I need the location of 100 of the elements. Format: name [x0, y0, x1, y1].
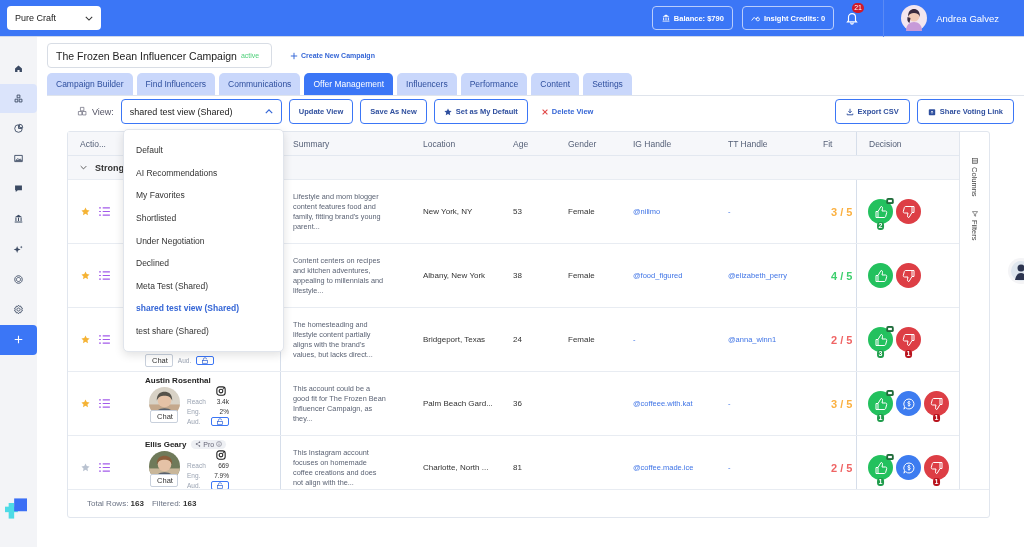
gender-text: Female: [568, 207, 595, 216]
age-text: 36: [513, 399, 522, 408]
plus-icon: [290, 51, 298, 60]
tab[interactable]: Settings: [583, 73, 632, 95]
view-select[interactable]: shared test view (Shared): [120, 99, 282, 124]
like-button[interactable]: [868, 263, 893, 288]
menu-item[interactable]: Meta Test (Shared): [124, 274, 283, 298]
unlock-button[interactable]: [196, 356, 215, 365]
lock-icon: [216, 481, 224, 489]
campaign-name: The Frozen Bean Influencer Campaign: [56, 49, 237, 62]
tab[interactable]: Find Influencers: [136, 73, 216, 95]
instagram-icon[interactable]: [216, 386, 226, 396]
logo-icon: [4, 498, 27, 519]
list-icon[interactable]: [99, 335, 110, 344]
column-header[interactable]: TT Handle: [728, 138, 768, 149]
offer-button[interactable]: [896, 391, 921, 416]
like-button[interactable]: [868, 327, 893, 352]
column-header[interactable]: Location: [423, 138, 456, 149]
bell-icon[interactable]: [845, 10, 860, 26]
thumbs-down-button[interactable]: [896, 327, 921, 352]
home-icon: [13, 63, 24, 74]
download-icon: [845, 107, 854, 116]
chart-search-icon: [750, 13, 761, 23]
column-header[interactable]: Age: [513, 138, 529, 149]
star-icon[interactable]: [81, 399, 90, 408]
tab[interactable]: Content: [531, 73, 580, 95]
gender-text: Female: [568, 271, 595, 280]
like-button[interactable]: [868, 455, 893, 480]
add-button[interactable]: [0, 324, 37, 355]
column-header[interactable]: Decision: [869, 138, 902, 149]
grid-icon: [13, 93, 24, 105]
share-icon: [195, 441, 202, 447]
location-text: Albany, New York: [423, 271, 486, 280]
tab[interactable]: Performance: [460, 73, 528, 95]
column-header[interactable]: Summary: [293, 138, 330, 149]
list-icon[interactable]: [99, 207, 110, 216]
settings-icon: [13, 303, 24, 315]
offer-button[interactable]: [896, 455, 921, 480]
menu-item[interactable]: Declined: [124, 251, 283, 275]
unlock-button[interactable]: [211, 480, 229, 489]
view-label: View:: [92, 106, 114, 117]
location-text: Bridgeport, Texas: [423, 335, 486, 344]
like-button[interactable]: [868, 391, 893, 416]
menu-item[interactable]: Shortlisted: [124, 206, 283, 230]
thumbs-down-button[interactable]: [896, 263, 921, 288]
star-icon[interactable]: [81, 207, 90, 216]
workspace-select[interactable]: Pure Craft: [7, 6, 101, 30]
image-icon: [13, 153, 24, 165]
comment-badge-icon: [886, 198, 894, 204]
column-header[interactable]: Actio...: [80, 138, 106, 149]
star-icon[interactable]: [81, 463, 90, 472]
thumbs-down-button[interactable]: [896, 199, 921, 224]
share-icon: [927, 107, 936, 116]
dollar-chat-icon: [901, 396, 916, 411]
grid-icon: [77, 106, 88, 117]
tab[interactable]: Offer Management: [304, 73, 394, 95]
menu-item[interactable]: shared test view (Shared): [124, 297, 283, 320]
fit-score: 4 / 5: [830, 269, 853, 282]
column-header[interactable]: Fit: [823, 138, 833, 149]
filter-icon: [971, 210, 978, 217]
star-icon[interactable]: [81, 335, 90, 344]
menu-item[interactable]: Under Negotiation: [124, 229, 283, 252]
like-button[interactable]: [868, 199, 893, 224]
star-icon[interactable]: [81, 271, 90, 280]
tab[interactable]: Campaign Builder: [47, 73, 133, 95]
list-icon[interactable]: [99, 399, 110, 408]
row-count-text: Total Rows: 163: [87, 499, 144, 508]
fit-score: 2 / 5: [830, 461, 853, 474]
chevron-down-icon: [85, 15, 93, 21]
bank-icon: [660, 13, 671, 23]
plus-icon: [13, 334, 24, 346]
column-header[interactable]: Gender: [568, 138, 597, 149]
tab[interactable]: Communications: [219, 73, 301, 95]
fit-score: 3 / 5: [830, 205, 853, 218]
gender-text: Female: [568, 335, 595, 344]
location-text: New York, NY: [423, 207, 473, 216]
menu-item[interactable]: My Favorites: [124, 184, 283, 207]
age-text: 81: [513, 463, 522, 472]
list-icon[interactable]: [99, 463, 110, 472]
list-icon[interactable]: [99, 271, 110, 280]
close-icon: [540, 107, 549, 116]
thumbs-down-icon: [929, 396, 944, 411]
thumbs-down-button[interactable]: [924, 455, 949, 480]
comment-badge-icon: [886, 326, 894, 332]
comment-badge-icon: [886, 390, 894, 396]
thumbs-up-icon: [873, 268, 888, 283]
pie-chart-icon: [13, 123, 24, 135]
thumbs-up-icon: [873, 332, 888, 347]
thumbs-up-icon: [873, 396, 888, 411]
unlock-button[interactable]: [211, 416, 229, 426]
influencer-name: Ellis Geary: [145, 439, 187, 449]
instagram-icon[interactable]: [216, 450, 226, 460]
thumbs-down-button[interactable]: [924, 391, 949, 416]
column-header[interactable]: IG Handle: [633, 138, 672, 149]
tab[interactable]: Influencers: [397, 73, 457, 95]
thumbs-up-icon: [873, 460, 888, 475]
user-name: Andrea Galvez: [936, 12, 999, 24]
menu-item[interactable]: test share (Shared): [124, 319, 283, 343]
sparkle-icon: [13, 243, 24, 255]
thumbs-down-icon: [901, 204, 916, 219]
